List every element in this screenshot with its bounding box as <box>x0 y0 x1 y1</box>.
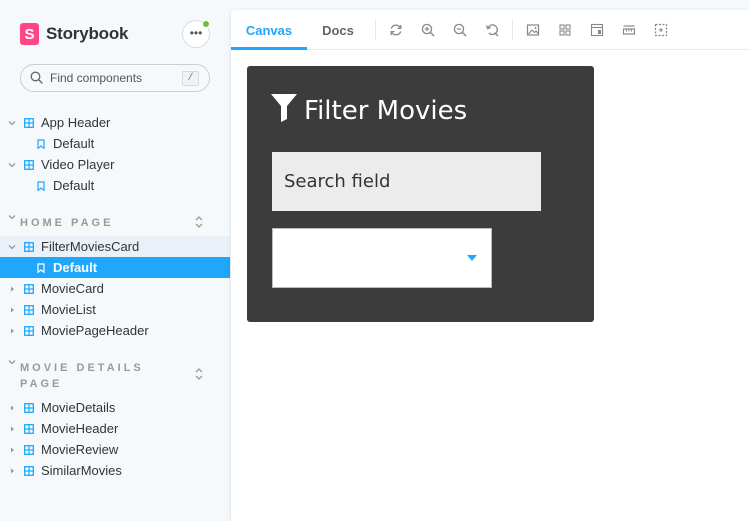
search-icon <box>30 71 44 85</box>
notification-badge <box>202 20 210 28</box>
sidebar-item-video-player[interactable]: Video Player <box>0 154 230 175</box>
sidebar-item-label: FilterMoviesCard <box>41 239 140 254</box>
reload-icon[interactable] <box>388 22 404 38</box>
search-shortcut-key: / <box>182 71 199 86</box>
tab-docs[interactable]: Docs <box>307 10 369 50</box>
sidebar-item-label: MoviePageHeader <box>41 323 149 338</box>
caret-right-icon <box>8 446 16 454</box>
reset-zoom-icon[interactable] <box>484 22 500 38</box>
caret-down-icon <box>8 212 16 224</box>
toolbar-divider <box>375 20 376 40</box>
search-input[interactable] <box>50 71 175 85</box>
search-box: / <box>20 64 210 92</box>
movie-search-input[interactable] <box>272 152 541 211</box>
storybook-logo[interactable]: S Storybook <box>20 23 128 45</box>
background-icon[interactable] <box>525 22 541 38</box>
bookmark-icon <box>36 262 46 273</box>
sidebar-item-label: SimilarMovies <box>41 463 122 478</box>
component-icon <box>24 423 34 434</box>
tab-canvas[interactable]: Canvas <box>231 10 307 50</box>
outline-icon[interactable] <box>653 22 669 38</box>
component-icon <box>24 304 34 315</box>
sidebar-item-label: Video Player <box>41 157 115 172</box>
grid-icon[interactable] <box>557 22 573 38</box>
sidebar-item-similarmovies[interactable]: SimilarMovies <box>0 460 230 481</box>
caret-right-icon <box>8 306 16 314</box>
storybook-logo-icon: S <box>20 23 39 45</box>
component-icon <box>24 402 34 413</box>
caret-right-icon <box>8 467 16 475</box>
story-canvas: Filter Movies <box>231 50 749 521</box>
sidebar-item-label: MovieDetails <box>41 400 116 415</box>
caret-right-icon <box>8 404 16 412</box>
component-icon <box>24 465 34 476</box>
sidebar-item-moviepageheader[interactable]: MoviePageHeader <box>0 320 230 341</box>
sidebar-item-label: MovieList <box>41 302 96 317</box>
ellipsis-icon: ••• <box>189 25 203 40</box>
component-icon <box>24 241 34 252</box>
caret-down-icon <box>8 119 16 127</box>
zoom-out-icon[interactable] <box>452 22 468 38</box>
sidebar-item-label: MovieCard <box>41 281 104 296</box>
sidebar-story-label: Default <box>53 178 95 193</box>
bookmark-icon <box>36 180 46 191</box>
filter-movies-card: Filter Movies <box>247 66 594 322</box>
toolbar-divider <box>512 20 513 40</box>
viewport-icon[interactable] <box>589 22 605 38</box>
zoom-in-icon[interactable] <box>420 22 436 38</box>
sidebar-item-movielist[interactable]: MovieList <box>0 299 230 320</box>
sidebar-story-label: Default <box>53 136 95 151</box>
sidebar-item-filtermoviescard[interactable]: FilterMoviesCard <box>0 236 230 257</box>
preview-panel: Canvas Docs Filter Movies Search field <box>230 10 749 521</box>
sidebar-story-filtermoviescard-default[interactable]: Default <box>0 257 230 278</box>
component-icon <box>24 159 34 170</box>
component-icon <box>24 444 34 455</box>
component-icon <box>24 117 34 128</box>
caret-down-icon <box>8 161 16 169</box>
card-header: Filter Movies <box>270 86 467 126</box>
sidebar-item-app-header[interactable]: App Header <box>0 112 230 133</box>
sidebar-item-movieheader[interactable]: MovieHeader <box>0 418 230 439</box>
sidebar-story-app-header-default[interactable]: Default <box>0 133 230 154</box>
caret-right-icon <box>8 285 16 293</box>
caret-right-icon <box>8 425 16 433</box>
sidebar-item-moviereview[interactable]: MovieReview <box>0 439 230 460</box>
brand-name: Storybook <box>46 24 129 43</box>
caret-right-icon <box>8 327 16 335</box>
group-label: MOVIE DETAILS PAGE <box>20 362 144 390</box>
filter-icon <box>270 93 298 123</box>
bookmark-icon <box>36 138 46 149</box>
expand-collapse-icon[interactable] <box>194 368 204 380</box>
genre-select[interactable] <box>272 228 492 288</box>
group-header-home-page[interactable]: HOME PAGE <box>0 215 230 231</box>
group-label: HOME PAGE <box>20 217 114 229</box>
sidebar-item-moviedetails[interactable]: MovieDetails <box>0 397 230 418</box>
measure-icon[interactable] <box>621 22 637 38</box>
component-icon <box>24 325 34 336</box>
caret-down-icon <box>8 357 16 369</box>
sidebar: S Storybook ••• / App Header Default Vid… <box>0 0 230 521</box>
sidebar-item-label: App Header <box>41 115 111 130</box>
sidebar-item-label: MovieReview <box>41 442 119 457</box>
sidebar-item-moviecard[interactable]: MovieCard <box>0 278 230 299</box>
caret-down-icon <box>8 243 16 251</box>
component-icon <box>24 283 34 294</box>
sidebar-story-label: Default <box>53 260 98 275</box>
sidebar-story-video-player-default[interactable]: Default <box>0 175 230 196</box>
sidebar-item-label: MovieHeader <box>41 421 119 436</box>
group-header-movie-details-page[interactable]: MOVIE DETAILS PAGE <box>0 360 230 392</box>
logo-mark-letter: S <box>24 25 35 43</box>
expand-collapse-icon[interactable] <box>194 216 204 228</box>
card-title: Filter Movies <box>304 96 468 126</box>
dropdown-arrow-icon <box>467 255 477 261</box>
toolbar: Canvas Docs <box>231 10 749 50</box>
